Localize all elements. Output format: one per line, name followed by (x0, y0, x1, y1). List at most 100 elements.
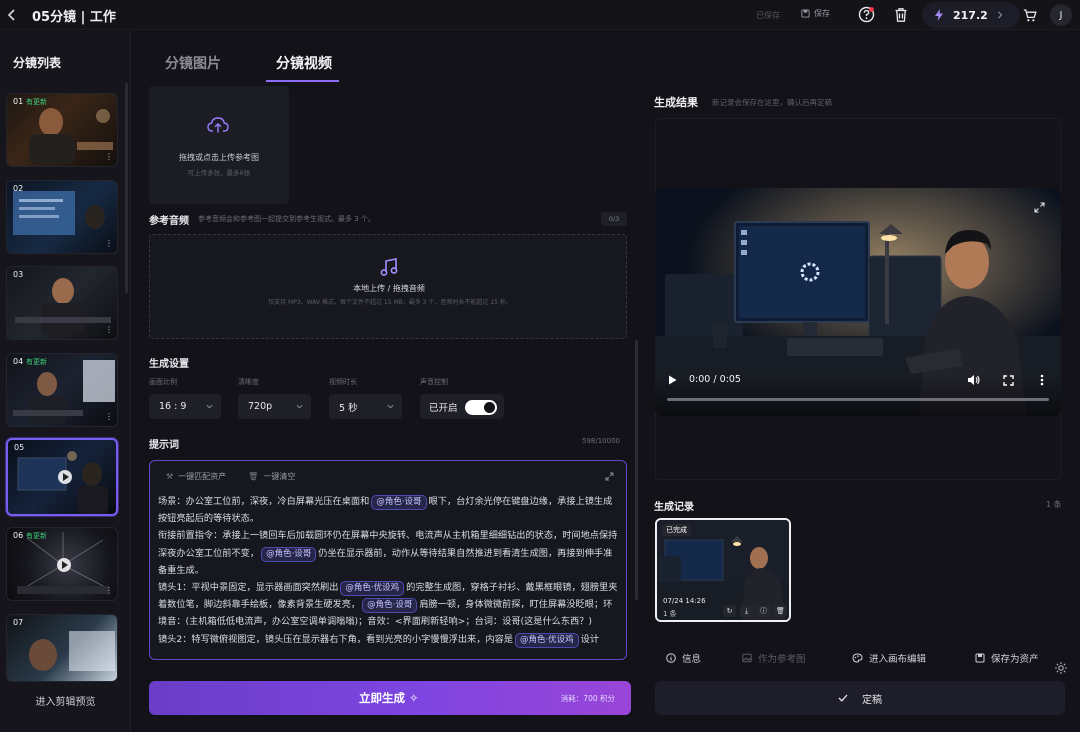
shot-image (13, 360, 115, 424)
cart-icon[interactable] (1021, 6, 1039, 24)
prompt-toolbar: ⚒ 一键匹配资产 🗑 一键清空 (166, 471, 295, 482)
finalize-button[interactable]: 定稿 (655, 681, 1065, 715)
audio-upload-sub-text: 仅支持 MP3、WAV 格式，每个文件不超过 15 MB，最多 3 个，音频时长… (268, 299, 512, 306)
palette-icon (852, 653, 863, 663)
record-status-badge: 已完成 (662, 524, 691, 536)
shot-image (29, 631, 115, 671)
sidebar-scrollbar[interactable] (125, 83, 128, 293)
asset-mention-chip[interactable]: @角色·设哥 (261, 546, 317, 562)
prompt-text-segment: 设计 (580, 633, 600, 645)
record-timestamp: 07/24 14:26 (663, 597, 706, 605)
more-icon[interactable]: ⋮ (105, 586, 113, 595)
resolution-select[interactable]: 720p (238, 394, 311, 419)
audio-upload-main-text: 本地上传 / 拖拽音频 (353, 284, 425, 293)
generation-record-card[interactable]: 已完成 07/24 14:26 1 条 ↻ ⤓ ⓘ 🗑 (655, 518, 791, 622)
expand-icon[interactable] (605, 472, 614, 481)
checkmark-icon (838, 694, 848, 702)
credits-button[interactable]: 217.2 (922, 2, 1020, 28)
asset-mention-chip[interactable]: @角色·设哥 (371, 495, 427, 510)
fullscreen-expand-icon[interactable] (1034, 202, 1045, 213)
play-icon[interactable] (58, 470, 72, 484)
save-as-asset-button[interactable]: 保存为资产 (975, 651, 1039, 665)
shot-badge: 有更新 (26, 98, 47, 106)
play-icon[interactable] (668, 375, 677, 385)
save-button[interactable]: 保存 (801, 8, 830, 19)
more-icon[interactable]: ⋮ (105, 412, 113, 421)
chevron-down-icon (387, 404, 394, 409)
use-as-reference-button[interactable]: 作为参考图 (742, 651, 806, 665)
canvas-edit-label: 进入画布编辑 (869, 654, 927, 665)
generate-now-button[interactable]: 立即生成 ✧ 消耗：700 积分 (149, 681, 631, 715)
shot-thumbnail-01[interactable]: 01 有更新 ⋮ (6, 93, 118, 167)
shot-thumbnail-03[interactable]: 03 ⋮ (6, 266, 118, 340)
save-icon (975, 653, 985, 663)
shot-number: 02 (13, 184, 24, 193)
finalize-label: 定稿 (862, 694, 882, 706)
video-progress-bar[interactable] (667, 398, 1049, 401)
info-icon[interactable]: ⓘ (757, 605, 770, 617)
help-icon[interactable] (857, 5, 875, 23)
more-icon[interactable]: ⋮ (105, 239, 113, 248)
shot-thumbnail-07[interactable]: 07 (6, 614, 118, 682)
enter-edit-preview-button[interactable]: 进入剪辑预览 (0, 693, 131, 708)
avatar[interactable]: J (1050, 4, 1072, 26)
aspect-ratio-select[interactable]: 16 : 9 (149, 394, 221, 419)
shot-number: 04 (13, 357, 24, 366)
resolution-label: 清晰度 (238, 378, 259, 386)
prompt-editor[interactable]: ⚒ 一键匹配资产 🗑 一键清空 场景：办公室工位前，深夜，冷白屏幕光压在桌面和 @角色… (149, 460, 627, 660)
clear-all-button[interactable]: 🗑 一键清空 (248, 471, 295, 482)
info-button[interactable]: 信息 (666, 651, 701, 665)
shot-thumbnail-05[interactable]: 05 (6, 438, 118, 516)
result-title: 生成结果 (654, 96, 698, 109)
top-bar: 05分镜 | 工作 已保存 保存 217.2 J (0, 0, 1080, 30)
shot-thumbnail-04[interactable]: 04 有更新 ⋮ (6, 353, 118, 427)
shot-image (15, 278, 111, 335)
canvas-edit-button[interactable]: 进入画布编辑 (852, 651, 926, 665)
shot-number: 03 (13, 270, 24, 279)
shot-thumbnail-02[interactable]: 02 ⋮ (6, 180, 118, 254)
play-icon[interactable] (57, 558, 71, 572)
records-count: 1 条 (1046, 500, 1062, 509)
result-hint: 新记录会保存在这里，确认后再定稿 (712, 98, 832, 107)
tab-storyboard-video[interactable]: 分镜视频 (276, 53, 332, 73)
audio-upload-dropzone[interactable]: 本地上传 / 拖拽音频 仅支持 MP3、WAV 格式，每个文件不超过 15 MB… (149, 234, 627, 339)
more-options-icon[interactable] (1040, 374, 1044, 386)
chevron-down-icon (296, 404, 303, 409)
reference-image-upload[interactable]: 拖拽或点击上传参考图 可上传多张，最多6张 (149, 86, 289, 204)
prompt-text-segment: 镜头1：平视中景固定，显示器画面突然刷出 (158, 582, 339, 594)
shot-image (29, 108, 113, 164)
more-icon[interactable]: ⋮ (105, 325, 113, 334)
delete-icon[interactable] (892, 6, 910, 24)
trash-icon[interactable]: 🗑 (774, 605, 787, 617)
volume-icon[interactable] (967, 374, 980, 386)
download-icon[interactable]: ⤓ (740, 605, 753, 617)
tab-storyboard-image[interactable]: 分镜图片 (165, 53, 221, 73)
shot-badge: 有更新 (26, 532, 47, 540)
match-assets-button[interactable]: ⚒ 一键匹配资产 (166, 471, 226, 482)
prompt-text[interactable]: 场景：办公室工位前，深夜，冷白屏幕光压在桌面和 @角色·设哥 眼下，台灯余光停在键盘… (158, 493, 618, 648)
asset-mention-chip[interactable]: @角色·优设鸡 (340, 581, 405, 597)
sound-control: 已开启 (420, 394, 504, 419)
upload-sub-text: 可上传多张，最多6张 (187, 169, 251, 177)
prompt-title: 提示词 (149, 440, 179, 451)
video-duration-select[interactable]: 5 秒 (329, 394, 402, 419)
regenerate-icon[interactable]: ↻ (723, 605, 736, 617)
shot-thumbnail-06[interactable]: 06 有更新 ⋮ (6, 527, 118, 601)
generation-settings-title: 生成设置 (149, 359, 189, 370)
match-assets-label: 一键匹配资产 (178, 472, 227, 481)
back-arrow-icon[interactable] (5, 7, 19, 23)
fullscreen-icon[interactable] (1003, 375, 1014, 386)
asset-mention-chip[interactable]: @角色·设哥 (362, 598, 418, 614)
storyboard-sidebar: 分镜列表 01 有更新 ⋮ 02 ⋮ 03 ⋮ 04 有更新 ⋮ 05 06 有… (0, 31, 131, 732)
middle-scrollbar[interactable] (635, 340, 638, 600)
aspect-ratio-value: 16 : 9 (159, 401, 187, 412)
lightning-icon (935, 9, 943, 21)
result-video-player[interactable]: 0:00 / 0:05 (655, 188, 1061, 416)
record-item-count: 1 条 (663, 610, 677, 618)
sound-toggle[interactable] (465, 400, 497, 415)
cloud-upload-icon (207, 117, 229, 133)
asset-mention-chip[interactable]: @角色·优设鸡 (514, 632, 579, 648)
gear-icon[interactable] (1054, 661, 1068, 675)
more-icon[interactable]: ⋮ (105, 152, 113, 161)
shot-number: 07 (13, 618, 24, 627)
